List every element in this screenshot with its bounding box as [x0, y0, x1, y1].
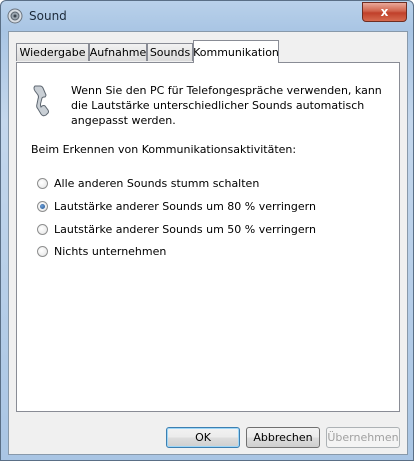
option-reduce-80[interactable]: Lautstärke anderer Sounds um 80 % verrin…	[37, 200, 316, 213]
sound-dialog-window: Sound x Wiedergabe Aufnahme Sounds Kommu…	[0, 0, 414, 461]
option-mute-all[interactable]: Alle anderen Sounds stumm schalten	[37, 177, 259, 190]
tab-wiedergabe[interactable]: Wiedergabe	[16, 43, 89, 61]
tab-sounds[interactable]: Sounds	[147, 43, 193, 61]
option-label: Nichts unternehmen	[54, 245, 167, 258]
option-label: Alle anderen Sounds stumm schalten	[54, 177, 260, 190]
apply-button[interactable]: Übernehmen	[326, 427, 400, 448]
close-button[interactable]: x	[362, 2, 407, 22]
close-icon: x	[380, 5, 389, 19]
radio-button-selected[interactable]	[37, 201, 48, 212]
option-reduce-50[interactable]: Lautstärke anderer Sounds um 50 % verrin…	[37, 223, 316, 236]
ok-button[interactable]: OK	[166, 427, 240, 448]
radio-button[interactable]	[37, 246, 48, 257]
radio-button[interactable]	[37, 224, 48, 235]
option-do-nothing[interactable]: Nichts unternehmen	[37, 245, 166, 258]
cancel-button[interactable]: Abbrechen	[246, 427, 320, 448]
dialog-client-area: Wiedergabe Aufnahme Sounds Kommunikation…	[8, 31, 408, 455]
info-text: Wenn Sie den PC für Telefongespräche ver…	[71, 84, 382, 127]
title-bar[interactable]: Sound x	[1, 1, 413, 31]
tab-kommunikation[interactable]: Kommunikation	[193, 40, 279, 63]
option-label: Lautstärke anderer Sounds um 50 % verrin…	[54, 223, 316, 236]
speaker-icon	[7, 8, 23, 24]
radio-button[interactable]	[37, 178, 48, 189]
section-heading: Beim Erkennen von Kommunikationsaktivitä…	[31, 143, 297, 156]
tab-aufnahme[interactable]: Aufnahme	[89, 43, 147, 61]
window-title: Sound	[29, 9, 67, 23]
option-label: Lautstärke anderer Sounds um 80 % verrin…	[54, 200, 316, 213]
telephone-handset-icon	[33, 85, 49, 117]
